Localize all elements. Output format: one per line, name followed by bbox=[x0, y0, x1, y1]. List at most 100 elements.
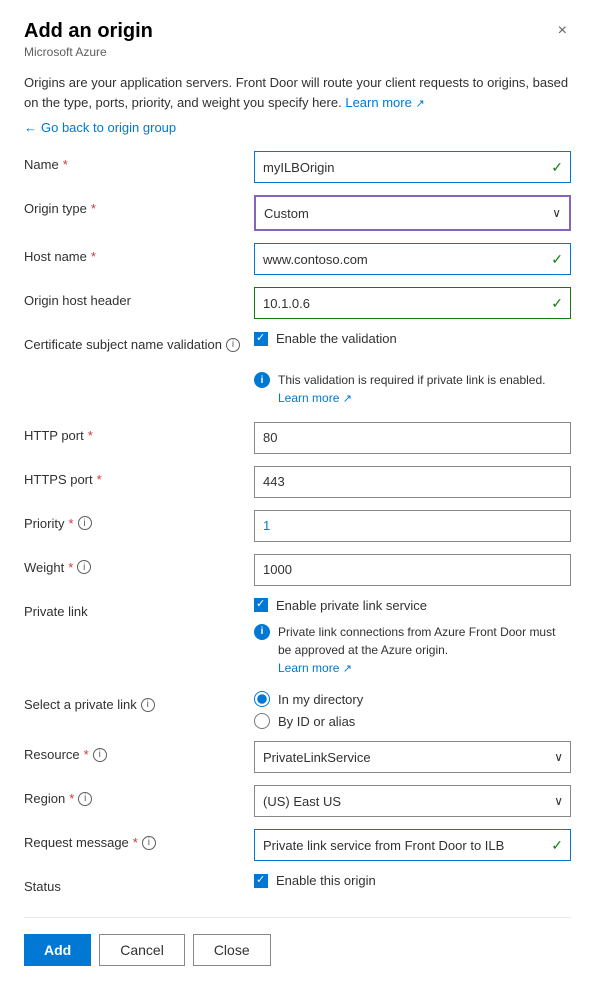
priority-info-icon[interactable]: i bbox=[78, 516, 92, 530]
weight-input[interactable] bbox=[254, 554, 571, 586]
cert-validation-checkbox[interactable] bbox=[254, 332, 268, 346]
origin-type-label: Origin type * bbox=[24, 195, 254, 216]
status-enable-checkbox[interactable] bbox=[254, 874, 268, 888]
http-port-required: * bbox=[88, 428, 93, 443]
cert-validation-label: Certificate subject name validation i bbox=[24, 331, 254, 352]
select-private-link-info-icon[interactable]: i bbox=[141, 698, 155, 712]
private-link-external-icon: ↗ bbox=[343, 663, 352, 675]
origin-host-header-control: ✓ bbox=[254, 287, 571, 319]
region-control: (US) East US ∨ bbox=[254, 785, 571, 817]
host-name-required: * bbox=[91, 249, 96, 264]
cert-validation-control: Enable the validation bbox=[254, 331, 571, 346]
cert-validation-row: Certificate subject name validation i En… bbox=[24, 331, 571, 363]
cert-validation-checkbox-row: Enable the validation bbox=[254, 331, 571, 346]
radio-in-my-directory-row: In my directory bbox=[254, 691, 571, 707]
priority-required: * bbox=[68, 516, 73, 531]
add-button[interactable]: Add bbox=[24, 934, 91, 966]
https-port-label: HTTPS port * bbox=[24, 466, 254, 487]
close-button[interactable]: Close bbox=[193, 934, 271, 966]
private-link-checkbox[interactable] bbox=[254, 598, 268, 612]
origin-host-header-input[interactable] bbox=[254, 287, 571, 319]
cert-learn-more-external-icon: ↗ bbox=[343, 393, 352, 405]
name-check-icon: ✓ bbox=[551, 159, 563, 176]
title-section: Add an origin Microsoft Azure bbox=[24, 20, 153, 59]
http-port-label: HTTP port * bbox=[24, 422, 254, 443]
footer: Add Cancel Close bbox=[24, 917, 571, 982]
name-input[interactable] bbox=[254, 151, 571, 183]
resource-select[interactable]: PrivateLinkService bbox=[254, 741, 571, 773]
origin-type-select[interactable]: Custom bbox=[256, 197, 569, 229]
request-message-check-icon: ✓ bbox=[551, 837, 563, 854]
host-name-control: ✓ bbox=[254, 243, 571, 275]
host-name-input[interactable] bbox=[254, 243, 571, 275]
select-private-link-row: Select a private link i In my directory … bbox=[24, 691, 571, 729]
http-port-input[interactable] bbox=[254, 422, 571, 454]
region-row: Region * i (US) East US ∨ bbox=[24, 785, 571, 817]
origin-host-header-label: Origin host header bbox=[24, 287, 254, 308]
panel-header: Add an origin Microsoft Azure × bbox=[24, 20, 571, 59]
private-link-info-text: Private link connections from Azure Fron… bbox=[278, 623, 571, 678]
private-link-learn-more-link[interactable]: Learn more ↗ bbox=[278, 661, 352, 675]
request-message-row: Request message * i ✓ bbox=[24, 829, 571, 861]
name-input-wrapper: ✓ bbox=[254, 151, 571, 183]
resource-control: PrivateLinkService ∨ bbox=[254, 741, 571, 773]
cancel-button[interactable]: Cancel bbox=[99, 934, 185, 966]
panel-subtitle: Microsoft Azure bbox=[24, 45, 153, 59]
form-section: Name * ✓ Origin type * Custom ∨ bbox=[24, 151, 571, 917]
cert-validation-info-row: i This validation is required if private… bbox=[24, 363, 571, 410]
https-port-row: HTTPS port * bbox=[24, 466, 571, 498]
description-learn-more-link[interactable]: Learn more ↗ bbox=[345, 95, 424, 110]
cert-validation-info-icon[interactable]: i bbox=[226, 338, 240, 352]
resource-info-icon[interactable]: i bbox=[93, 748, 107, 762]
http-port-row: HTTP port * bbox=[24, 422, 571, 454]
radio-in-my-directory[interactable] bbox=[254, 691, 270, 707]
status-control: Enable this origin bbox=[254, 873, 571, 888]
weight-required: * bbox=[68, 560, 73, 575]
resource-select-wrapper: PrivateLinkService ∨ bbox=[254, 741, 571, 773]
https-port-control bbox=[254, 466, 571, 498]
name-row: Name * ✓ bbox=[24, 151, 571, 183]
private-link-label: Private link bbox=[24, 598, 254, 619]
description-text: Origins are your application servers. Fr… bbox=[24, 73, 571, 112]
private-link-info-circle-icon: i bbox=[254, 624, 270, 640]
origin-type-required: * bbox=[91, 201, 96, 216]
request-message-required: * bbox=[133, 835, 138, 850]
origin-host-header-input-wrapper: ✓ bbox=[254, 287, 571, 319]
http-port-control bbox=[254, 422, 571, 454]
private-link-radio-group: In my directory By ID or alias bbox=[254, 691, 571, 729]
region-info-icon[interactable]: i bbox=[78, 792, 92, 806]
cert-validation-learn-more-link[interactable]: Learn more ↗ bbox=[278, 391, 352, 405]
host-name-label: Host name * bbox=[24, 243, 254, 264]
close-panel-button[interactable]: × bbox=[554, 20, 571, 42]
resource-label: Resource * i bbox=[24, 741, 254, 762]
weight-control bbox=[254, 554, 571, 586]
weight-info-icon[interactable]: i bbox=[77, 560, 91, 574]
priority-row: Priority * i bbox=[24, 510, 571, 542]
origin-host-header-check-icon: ✓ bbox=[551, 295, 563, 312]
request-message-input[interactable] bbox=[254, 829, 571, 861]
origin-type-row: Origin type * Custom ∨ bbox=[24, 195, 571, 231]
radio-in-my-directory-label: In my directory bbox=[278, 692, 363, 707]
weight-row: Weight * i bbox=[24, 554, 571, 586]
weight-input-wrapper bbox=[254, 554, 571, 586]
priority-label: Priority * i bbox=[24, 510, 254, 531]
select-private-link-label: Select a private link i bbox=[24, 691, 254, 712]
resource-row: Resource * i PrivateLinkService ∨ bbox=[24, 741, 571, 773]
name-label: Name * bbox=[24, 151, 254, 172]
private-link-row: Private link Enable private link service… bbox=[24, 598, 571, 680]
https-port-input-wrapper bbox=[254, 466, 571, 498]
radio-by-id[interactable] bbox=[254, 713, 270, 729]
request-message-info-icon[interactable]: i bbox=[142, 836, 156, 850]
host-name-row: Host name * ✓ bbox=[24, 243, 571, 275]
host-name-input-wrapper: ✓ bbox=[254, 243, 571, 275]
priority-control bbox=[254, 510, 571, 542]
priority-input[interactable] bbox=[254, 510, 571, 542]
cert-validation-info-box: i This validation is required if private… bbox=[254, 369, 571, 410]
https-port-input[interactable] bbox=[254, 466, 571, 498]
request-message-control: ✓ bbox=[254, 829, 571, 861]
https-port-required: * bbox=[97, 472, 102, 487]
back-to-origin-group-link[interactable]: ← Go back to origin group bbox=[24, 120, 571, 135]
cert-validation-info-text: This validation is required if private l… bbox=[278, 371, 545, 408]
status-checkbox-label: Enable this origin bbox=[276, 873, 376, 888]
region-select[interactable]: (US) East US bbox=[254, 785, 571, 817]
